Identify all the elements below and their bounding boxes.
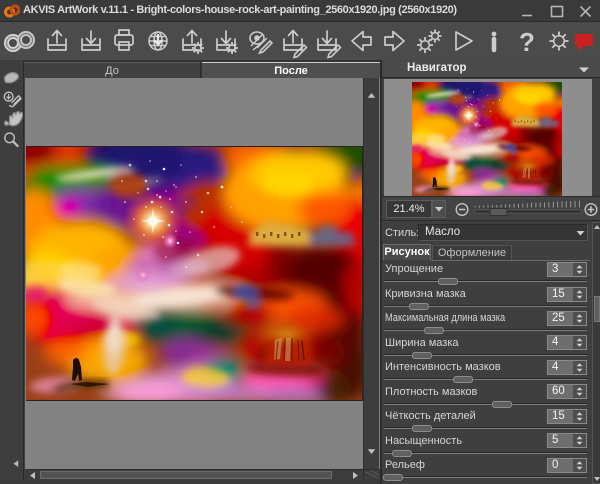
svg-text:?: ? xyxy=(519,27,535,57)
